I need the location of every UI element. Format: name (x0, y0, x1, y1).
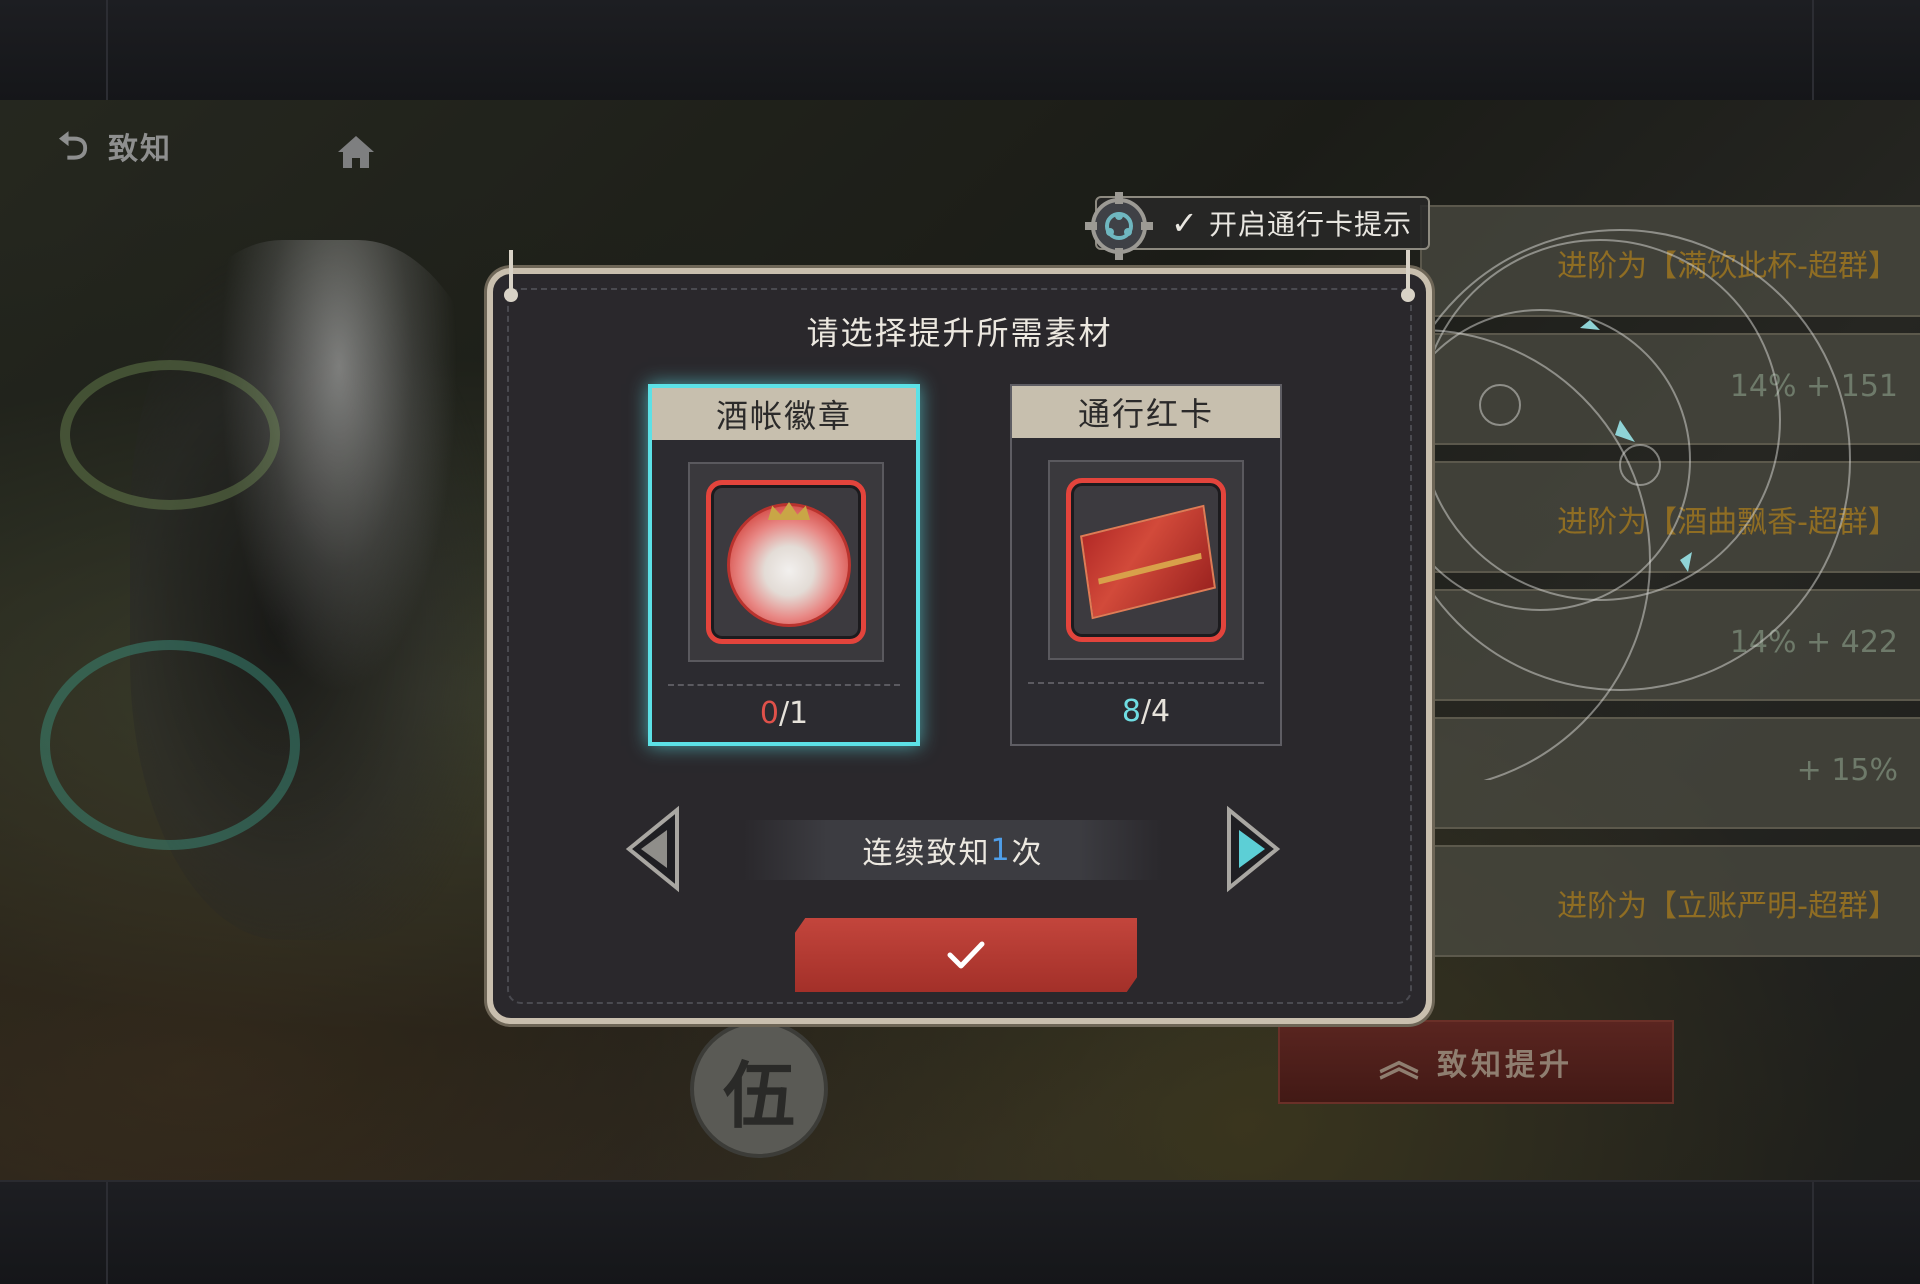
material-need: 4 (1151, 694, 1171, 729)
material-name: 酒帐徽章 (652, 388, 916, 440)
material-have: 0 (759, 696, 779, 731)
skill-row: + 15% (1420, 717, 1920, 829)
material-card-red-ticket[interactable]: 通行红卡 8/4 (1010, 384, 1282, 746)
repeat-count-label: 连续致知 1 次 (743, 820, 1163, 880)
skill-row: 14% + 151 (1420, 333, 1920, 445)
repeat-suffix: 次 (1011, 836, 1044, 871)
levelup-label: 致知提升 (1437, 1048, 1573, 1083)
material-card-badge[interactable]: 酒帐徽章 0/1 (648, 384, 920, 746)
increase-arrow-icon[interactable] (1223, 804, 1283, 894)
material-slot (1048, 460, 1244, 660)
material-count: 0/1 (759, 696, 809, 731)
levelup-button[interactable]: ︽ 致知提升 (1278, 1020, 1674, 1104)
decor-swirl (40, 640, 300, 850)
decrease-arrow-icon[interactable] (623, 804, 683, 894)
checkbox-check-icon[interactable]: ✓ (1171, 204, 1209, 242)
decor-swirl (60, 360, 280, 510)
badge-icon (727, 502, 851, 627)
confirm-button[interactable] (795, 918, 1137, 992)
material-count: 8/4 (1121, 694, 1171, 729)
pass-card-toggle-label: 开启通行卡提示 (1209, 208, 1413, 241)
back-button[interactable]: ⮌ 致知 (58, 124, 172, 168)
skill-row: 14% + 422 (1420, 589, 1920, 701)
dialog-title: 请选择提升所需素材 (806, 314, 1113, 352)
skill-row-text: 进阶为【满饮此杯-超群】 (1557, 249, 1898, 284)
dialog-pin (1401, 250, 1415, 302)
bottom-frame-bar (0, 1180, 1920, 1284)
repeat-prefix: 连续致知 (862, 836, 991, 871)
gear-icon (1085, 192, 1153, 260)
home-icon[interactable] (336, 134, 376, 170)
material-need: 1 (789, 696, 809, 731)
material-name: 通行红卡 (1012, 386, 1280, 438)
red-ticket-icon (1080, 504, 1216, 620)
pass-card-toggle[interactable]: ✓ 开启通行卡提示 (1085, 192, 1430, 260)
repeat-count-stepper: 连续致知 1 次 (623, 804, 1283, 894)
back-arrow-icon: ⮌ (58, 124, 89, 168)
skill-row: 进阶为【立账严明-超群】 (1420, 845, 1920, 957)
material-select-dialog: 请选择提升所需素材 酒帐徽章 0/1 通行红卡 8/4 连续致知 1 次 (487, 250, 1432, 1024)
skill-row-text: + 15% (1796, 753, 1898, 788)
repeat-count-value: 1 (990, 832, 1012, 868)
skill-row: 进阶为【酒曲飘香-超群】 (1420, 461, 1920, 573)
checkmark-icon (947, 941, 985, 969)
skill-row-text: 进阶为【酒曲飘香-超群】 (1557, 505, 1898, 540)
double-chevron-up-icon: ︽ (1379, 1039, 1423, 1085)
back-label: 致知 (108, 132, 172, 167)
skill-row-text: 14% + 422 (1729, 625, 1898, 660)
skill-row: 进阶为【满饮此杯-超群】 (1420, 205, 1920, 317)
material-have: 8 (1121, 694, 1141, 729)
material-slot (688, 462, 884, 662)
top-frame-bar (0, 0, 1920, 102)
dialog-pin (504, 250, 518, 302)
skill-row-text: 14% + 151 (1729, 369, 1898, 404)
skill-row-text: 进阶为【立账严明-超群】 (1557, 889, 1898, 924)
seal-emblem: 伍 (690, 1020, 828, 1158)
